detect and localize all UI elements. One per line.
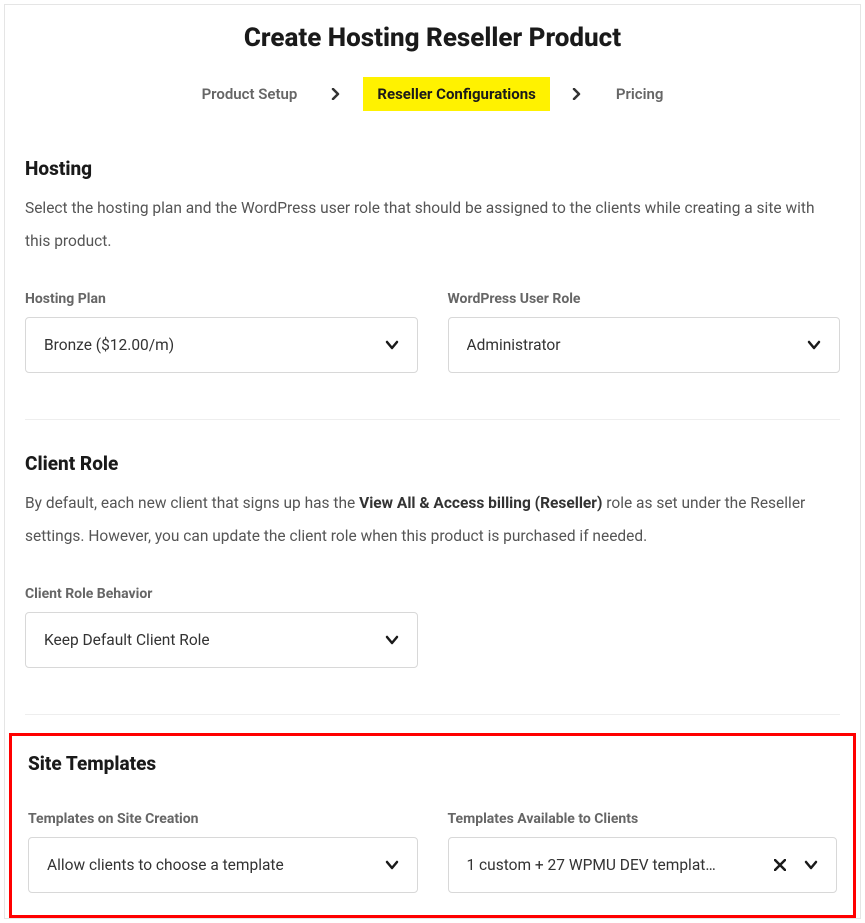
templates-creation-label: Templates on Site Creation bbox=[28, 811, 418, 827]
templates-creation-value: Allow clients to choose a template bbox=[47, 856, 373, 874]
client-role-spacer bbox=[448, 586, 841, 668]
client-role-description: By default, each new client that signs u… bbox=[25, 487, 840, 552]
page-container: Create Hosting Reseller Product Product … bbox=[4, 4, 861, 919]
client-role-desc-before: By default, each new client that signs u… bbox=[25, 494, 359, 512]
chevron-down-icon bbox=[807, 338, 821, 352]
templates-available-label: Templates Available to Clients bbox=[448, 811, 838, 827]
client-role-section: Client Role By default, each new client … bbox=[25, 438, 840, 692]
hosting-plan-select[interactable]: Bronze ($12.00/m) bbox=[25, 317, 418, 373]
site-templates-highlight: Site Templates Templates on Site Creatio… bbox=[9, 733, 856, 918]
chevron-down-icon bbox=[385, 338, 399, 352]
divider bbox=[25, 714, 840, 715]
chevron-right-icon bbox=[572, 85, 582, 104]
close-icon[interactable] bbox=[774, 859, 786, 871]
breadcrumb-pricing[interactable]: Pricing bbox=[604, 79, 676, 109]
divider bbox=[25, 419, 840, 420]
chevron-down-icon bbox=[804, 858, 818, 872]
client-role-title: Client Role bbox=[25, 452, 840, 475]
templates-available-field: Templates Available to Clients 1 custom … bbox=[448, 811, 838, 893]
client-role-behavior-select[interactable]: Keep Default Client Role bbox=[25, 612, 418, 668]
hosting-fields: Hosting Plan Bronze ($12.00/m) WordPress… bbox=[25, 291, 840, 373]
select-icons bbox=[774, 858, 818, 872]
site-templates-fields: Templates on Site Creation Allow clients… bbox=[28, 811, 837, 893]
templates-available-select[interactable]: 1 custom + 27 WPMU DEV templat… bbox=[448, 837, 838, 893]
hosting-plan-field: Hosting Plan Bronze ($12.00/m) bbox=[25, 291, 418, 373]
templates-available-value: 1 custom + 27 WPMU DEV templat… bbox=[467, 856, 763, 874]
client-role-behavior-label: Client Role Behavior bbox=[25, 586, 418, 602]
page-title: Create Hosting Reseller Product bbox=[5, 5, 860, 77]
client-role-fields: Client Role Behavior Keep Default Client… bbox=[25, 586, 840, 668]
hosting-description: Select the hosting plan and the WordPres… bbox=[25, 192, 840, 257]
chevron-right-icon bbox=[331, 85, 341, 104]
wordpress-role-select[interactable]: Administrator bbox=[448, 317, 841, 373]
site-templates-title: Site Templates bbox=[28, 752, 837, 775]
wordpress-role-label: WordPress User Role bbox=[448, 291, 841, 307]
client-role-desc-strong: View All & Access billing (Reseller) bbox=[359, 494, 602, 512]
chevron-down-icon bbox=[385, 858, 399, 872]
chevron-down-icon bbox=[385, 633, 399, 647]
site-templates-section: Site Templates Templates on Site Creatio… bbox=[28, 752, 837, 893]
wordpress-role-field: WordPress User Role Administrator bbox=[448, 291, 841, 373]
breadcrumb-reseller-configurations[interactable]: Reseller Configurations bbox=[363, 77, 550, 111]
hosting-title: Hosting bbox=[25, 157, 840, 180]
client-role-behavior-value: Keep Default Client Role bbox=[44, 631, 373, 649]
hosting-section: Hosting Select the hosting plan and the … bbox=[25, 143, 840, 397]
client-role-behavior-field: Client Role Behavior Keep Default Client… bbox=[25, 586, 418, 668]
templates-creation-field: Templates on Site Creation Allow clients… bbox=[28, 811, 418, 893]
breadcrumb-product-setup[interactable]: Product Setup bbox=[190, 79, 310, 109]
wordpress-role-value: Administrator bbox=[467, 336, 796, 354]
content-area: Hosting Select the hosting plan and the … bbox=[5, 143, 860, 918]
breadcrumb: Product Setup Reseller Configurations Pr… bbox=[5, 77, 860, 143]
templates-creation-select[interactable]: Allow clients to choose a template bbox=[28, 837, 418, 893]
hosting-plan-label: Hosting Plan bbox=[25, 291, 418, 307]
hosting-plan-value: Bronze ($12.00/m) bbox=[44, 336, 373, 354]
